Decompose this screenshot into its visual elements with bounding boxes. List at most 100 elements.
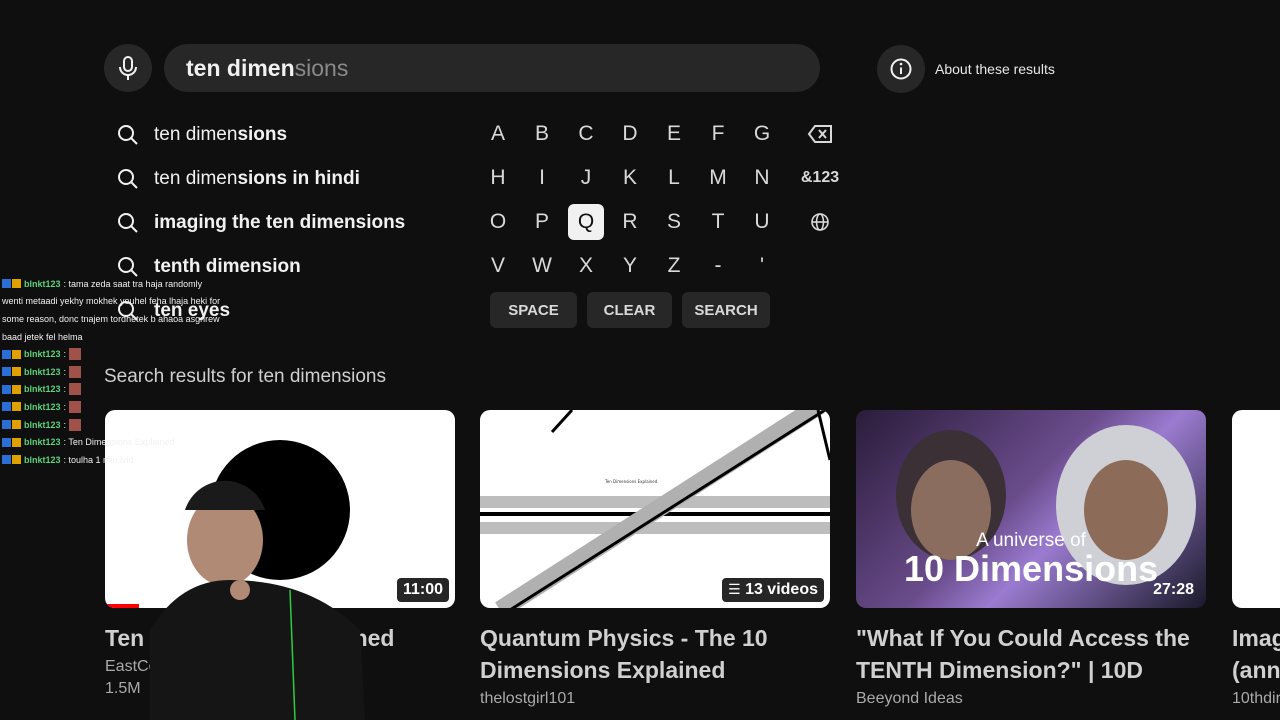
video-title: Imag (ann [1232,622,1280,686]
chat-username: blnkt123 [24,419,61,430]
video-result-card[interactable]: Imag (ann 10thdir [1232,410,1280,708]
video-title: "What If You Could Access the TENTH Dime… [856,622,1206,686]
video-title-line2: TENTH Dimension?" | 10D [856,657,1143,683]
chat-message: blnkt123 : [2,381,242,399]
key-y[interactable]: Y [612,248,648,284]
chat-text: : [63,349,67,360]
video-result-card[interactable]: A universe of 10 Dimensions 27:28 "What … [856,410,1206,708]
suggestion-item[interactable]: imaging the ten dimensions [116,201,405,245]
key-c[interactable]: C [568,116,604,152]
chat-message: baad jetek fel helma [2,328,242,346]
backspace-key[interactable] [802,116,838,152]
key-s[interactable]: S [656,204,692,240]
thumbnail-headline: 10 Dimensions [904,548,1159,589]
chat-message: blnkt123 : [2,345,242,363]
key-r[interactable]: R [612,204,648,240]
key-e[interactable]: E [656,116,692,152]
key-v[interactable]: V [480,248,516,284]
key-n[interactable]: N [744,160,780,196]
about-results-button[interactable]: About these results [877,45,1055,93]
key-j[interactable]: J [568,160,604,196]
key-w[interactable]: W [524,248,560,284]
video-title-line2: Dimensions Explained [480,657,726,683]
key-l[interactable]: L [656,160,692,196]
chat-text: : [63,401,67,412]
watch-progress-bar [105,604,139,608]
suggestion-plain-text: ten dimen [154,124,238,145]
duration-badge: 27:28 [1153,581,1194,598]
chat-message: wenti metaadi yekhy mokhek youhel feha l… [2,293,242,311]
key-f[interactable]: F [700,116,736,152]
search-autocomplete-text: sions [294,54,349,81]
emote-icon [69,348,82,361]
chat-badge-icons [2,420,21,430]
channel-name: Beeyond Ideas [856,690,963,707]
search-typed-text: ten dimen [186,54,295,81]
chat-username: blnkt123 [24,278,61,289]
key-t[interactable]: T [700,204,736,240]
chat-username: blnkt123 [24,384,61,395]
suggestion-item[interactable]: ten dimensions in hindi [116,157,405,201]
space-key[interactable]: SPACE [490,292,577,328]
video-thumbnail[interactable] [1232,410,1280,608]
key-hyphen[interactable]: - [700,248,736,284]
clear-key[interactable]: CLEAR [587,292,672,328]
key-g[interactable]: G [744,116,780,152]
chat-text: : tama zeda saat tra haja randomly [63,278,203,289]
backspace-icon [807,125,832,143]
language-key[interactable] [802,204,838,240]
chat-text: : [63,419,67,430]
microphone-icon [119,56,137,80]
chat-username: blnkt123 [24,366,61,377]
key-x[interactable]: X [568,248,604,284]
search-input[interactable]: ten dimen sions [164,44,820,92]
chat-message: blnkt123 : [2,416,242,434]
key-h[interactable]: H [480,160,516,196]
emote-icon [69,418,82,431]
search-icon [118,125,138,145]
symbols-key[interactable]: &123 [796,160,844,196]
search-key[interactable]: SEARCH [682,292,770,328]
playlist-thumbnail[interactable]: Ten Dimensions Explained ☰ 13 videos [480,410,830,608]
key-m[interactable]: M [700,160,736,196]
thumbnail-caption: Ten Dimensions Explained [604,479,658,484]
video-count-label: 13 videos [745,581,818,598]
key-q-selected[interactable]: Q [568,204,604,240]
playlist-result-card[interactable]: Ten Dimensions Explained ☰ 13 videos Qua… [480,410,830,708]
chat-text: wenti metaadi yekhy mokhek youhel feha l… [2,296,221,307]
key-apostrophe[interactable]: ' [744,248,780,284]
key-z[interactable]: Z [656,248,692,284]
chat-message: blnkt123 : toulha 1 min lvid [2,451,242,469]
info-icon [877,45,925,93]
video-title-line2: (ann [1232,657,1280,683]
key-p[interactable]: P [524,204,560,240]
key-a[interactable]: A [480,116,516,152]
chat-text: baad jetek fel helma [2,331,83,342]
globe-icon [811,213,829,231]
video-title: Quantum Physics - The 10 Dimensions Expl… [480,622,830,686]
duration-badge: 11:00 [396,578,449,602]
key-o[interactable]: O [480,204,516,240]
video-thumbnail[interactable]: A universe of 10 Dimensions 27:28 [856,410,1206,608]
key-b[interactable]: B [524,116,560,152]
chat-badge-icons [2,402,21,412]
voice-search-button[interactable] [104,44,152,92]
chat-message: blnkt123 : Ten Dimensions Explained [2,433,242,451]
chat-badge-icons [2,349,21,359]
emote-icon [69,365,82,378]
chat-username: blnkt123 [24,454,61,465]
video-title-line1: Quantum Physics - The 10 [480,625,768,651]
channel-name: 10thdir [1232,690,1280,707]
stream-chat-overlay: blnkt123 : tama zeda saat tra haja rando… [2,275,242,469]
key-i[interactable]: I [524,160,560,196]
suggestion-bold-text: sions in hindi [237,168,360,189]
emote-icon [69,400,82,413]
key-k[interactable]: K [612,160,648,196]
key-d[interactable]: D [612,116,648,152]
chat-message: some reason, donc tnajem tordhetek b aha… [2,310,242,328]
chat-text: : Ten Dimensions Explained [63,437,175,448]
video-title-line1: "What If You Could Access the [856,625,1190,651]
suggestion-item[interactable]: ten dimensions [116,113,405,157]
search-icon [118,169,138,189]
key-u[interactable]: U [744,204,780,240]
